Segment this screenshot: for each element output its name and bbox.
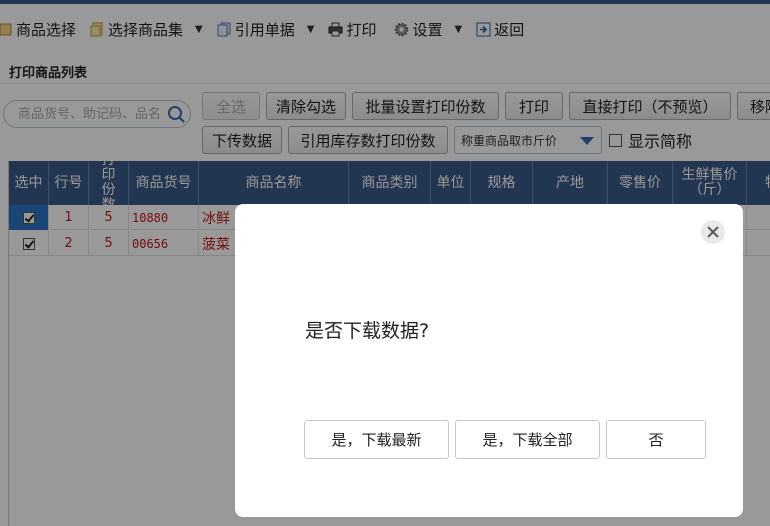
download-confirm-dialog: 是否下载数据? 是，下载最新 是，下载全部 否 — [235, 204, 743, 517]
dialog-message: 是否下载数据? — [305, 320, 430, 342]
no-button[interactable]: 否 — [606, 420, 706, 459]
close-icon[interactable] — [701, 220, 725, 244]
download-latest-button[interactable]: 是，下载最新 — [304, 420, 449, 459]
download-all-button[interactable]: 是，下载全部 — [455, 420, 600, 459]
